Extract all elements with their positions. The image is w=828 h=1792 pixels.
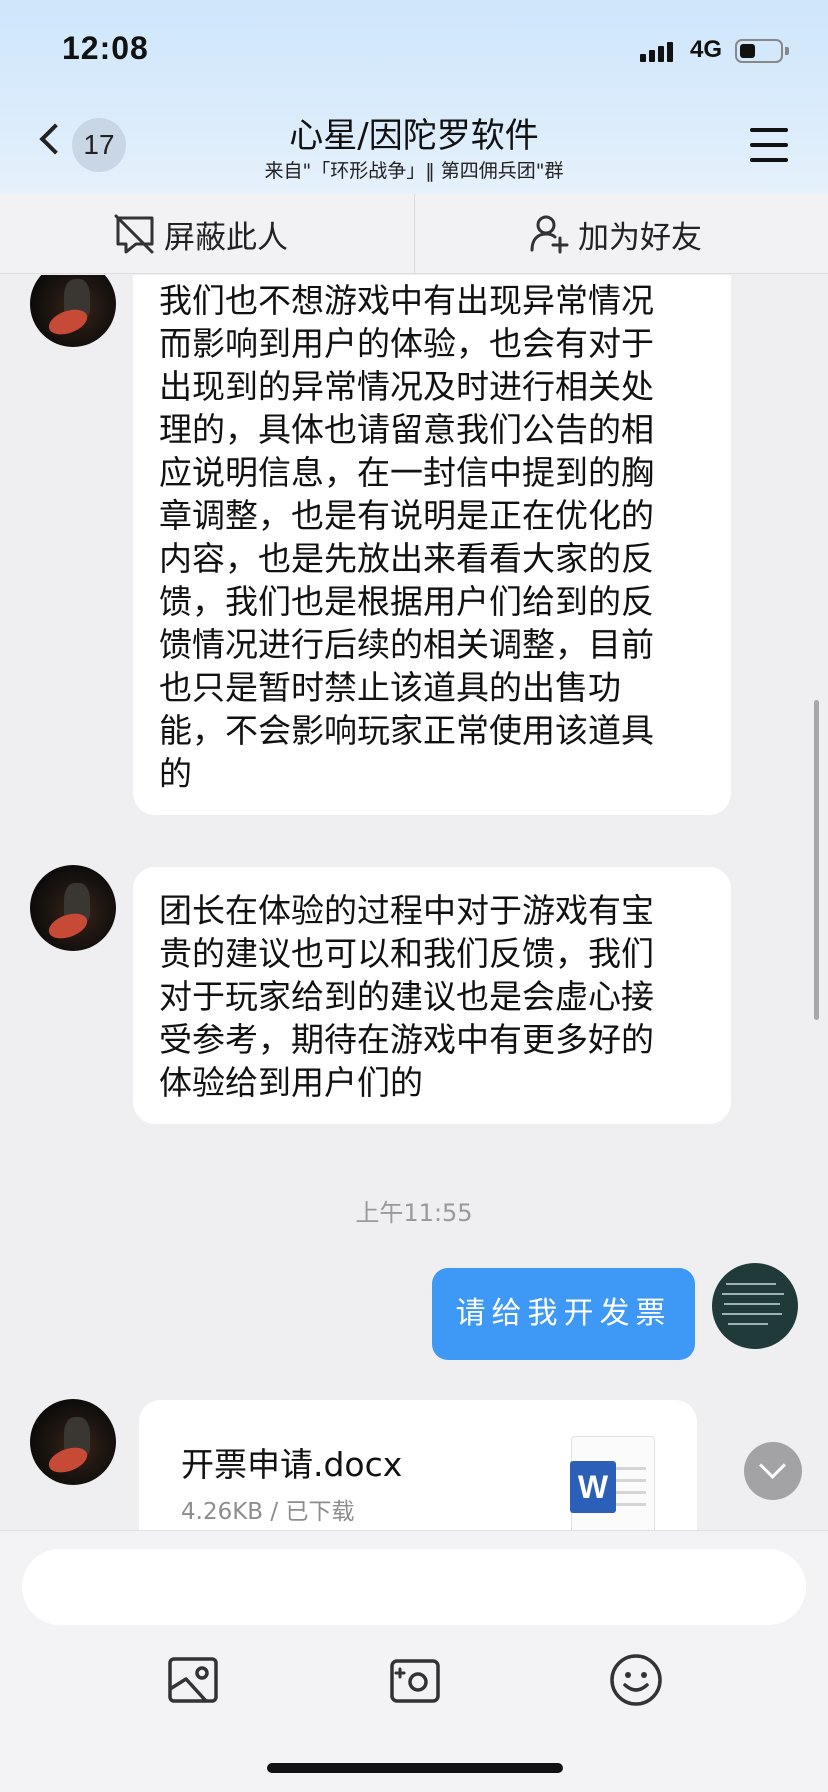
incoming-message-bubble[interactable]: 团长在体验的过程中对于游戏有宝 贵的建议也可以和我们反馈，我们 对于玩家给到的建…	[133, 867, 731, 1124]
file-attachment-card[interactable]: 开票申请.docx 4.26KB / 已下载 W	[139, 1400, 697, 1530]
menu-button[interactable]	[748, 126, 790, 164]
menu-icon	[750, 128, 788, 132]
chat-header: 12:08 4G 17 心星/因陀罗软件 来自"「环形战争」‖ 第四佣兵团"群	[0, 0, 828, 194]
word-doc-icon: W	[570, 1436, 655, 1530]
message-timestamp: 上午11:55	[355, 1199, 473, 1227]
sender-avatar[interactable]	[30, 275, 116, 347]
message-line: 的	[159, 754, 192, 793]
message-line: 而影响到用户的体验，也会有对于	[159, 324, 654, 363]
message-line: 能，不会影响玩家正常使用该道具	[159, 711, 654, 750]
image-icon	[168, 1657, 218, 1703]
message-line: 应说明信息，在一封信中提到的胸	[159, 453, 654, 492]
message-line: 体验给到用户们的	[159, 1063, 423, 1102]
message-line: 馈，我们也是根据用户们给到的反	[159, 582, 654, 621]
add-friend-button[interactable]: 加为好友	[528, 194, 702, 274]
camera-icon	[390, 1659, 440, 1703]
outgoing-message-bubble[interactable]: 请给我开发票	[432, 1268, 695, 1360]
incoming-message-bubble[interactable]: 我们也不想游戏中有出现异常情况 而影响到用户的体验，也会有对于 出现到的异常情况…	[133, 275, 731, 815]
add-person-icon	[530, 215, 569, 254]
add-friend-label: 加为好友	[578, 219, 702, 256]
file-name: 开票申请.docx	[181, 1445, 403, 1484]
chat-subtitle: 来自"「环形战争」‖ 第四佣兵团"群	[264, 160, 564, 182]
scroll-to-bottom-button[interactable]	[744, 1442, 802, 1500]
block-icon	[114, 214, 154, 254]
network-type: 4G	[690, 36, 723, 63]
chat-title: 心星/因陀罗软件	[289, 116, 539, 156]
battery-icon	[735, 39, 789, 63]
action-divider	[414, 194, 415, 274]
signal-icon	[640, 40, 680, 62]
message-line: 受参考，期待在游戏中有更多好的	[159, 1020, 654, 1059]
message-line: 理的，具体也请留意我们公告的相	[159, 410, 654, 449]
scrollbar[interactable]	[814, 700, 819, 1020]
home-indicator	[267, 1763, 563, 1773]
input-bar	[0, 1530, 828, 1792]
message-line: 也只是暂时禁止该道具的出售功	[159, 668, 621, 707]
emoji-button[interactable]	[601, 1645, 671, 1715]
block-user-label: 屏蔽此人	[164, 219, 288, 256]
message-line: 贵的建议也可以和我们反馈，我们	[159, 934, 654, 973]
message-line: 馈情况进行后续的相关调整，目前	[159, 625, 654, 664]
word-letter: W	[570, 1461, 616, 1513]
message-input[interactable]	[22, 1549, 806, 1625]
sender-avatar[interactable]	[30, 1399, 116, 1485]
message-list[interactable]: 我们也不想游戏中有出现异常情况 而影响到用户的体验，也会有对于 出现到的异常情况…	[0, 275, 828, 1530]
my-avatar[interactable]	[712, 1263, 798, 1349]
status-time: 12:08	[62, 30, 149, 66]
action-bar: 屏蔽此人 加为好友	[0, 194, 828, 274]
photo-button[interactable]	[158, 1645, 228, 1715]
message-line: 对于玩家给到的建议也是会虚心接	[159, 977, 654, 1016]
message-line: 内容，也是先放出来看看大家的反	[159, 539, 654, 578]
message-line: 团长在体验的过程中对于游戏有宝	[159, 891, 654, 930]
emoji-icon	[610, 1654, 662, 1706]
camera-button[interactable]	[380, 1645, 450, 1715]
message-line: 我们也不想游戏中有出现异常情况	[159, 281, 654, 320]
block-user-button[interactable]: 屏蔽此人	[112, 194, 288, 274]
file-meta: 4.26KB / 已下载	[181, 1499, 355, 1525]
message-line: 出现到的异常情况及时进行相关处	[159, 367, 654, 406]
message-line: 章调整，也是有说明是正在优化的	[159, 496, 654, 535]
sender-avatar[interactable]	[30, 865, 116, 951]
